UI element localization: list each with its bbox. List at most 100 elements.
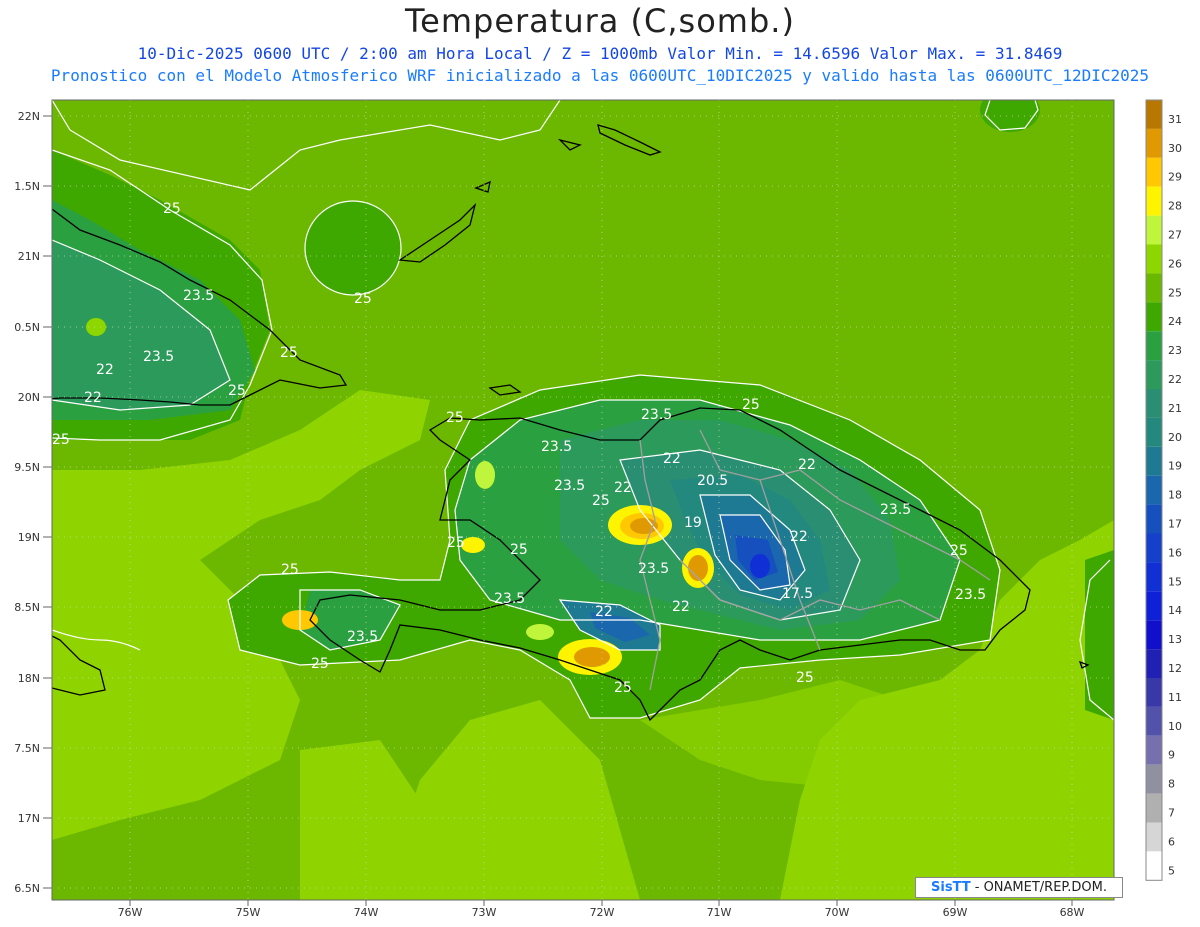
warm-spot-1c bbox=[630, 518, 658, 534]
colorbar-swatch bbox=[1146, 100, 1162, 129]
lon-label: 70W bbox=[825, 906, 850, 919]
colorbar-swatch bbox=[1146, 215, 1162, 245]
colorbar-swatch bbox=[1146, 504, 1162, 534]
lon-label: 72W bbox=[590, 906, 615, 919]
contour-label-23-5: 23.5 bbox=[541, 439, 572, 455]
contour-label-20-5: 20.5 bbox=[697, 473, 728, 489]
colorbar-label: 26 bbox=[1168, 257, 1182, 270]
lat-label: 7.5N bbox=[14, 742, 40, 755]
contour-label-19: 19 bbox=[684, 515, 702, 531]
colorbar-label: 16 bbox=[1168, 546, 1182, 559]
contour-label-25: 25 bbox=[510, 542, 528, 558]
lat-label: 21N bbox=[18, 250, 40, 263]
lat-label: 6.5N bbox=[14, 882, 40, 895]
temperature-map: 22N 1.5N 21N 0.5N 20N 9.5N 19N 8.5N 18N … bbox=[14, 99, 1182, 919]
colorbar-swatch bbox=[1146, 417, 1162, 447]
contour-label-22: 22 bbox=[663, 451, 681, 467]
contour-label-25: 25 bbox=[447, 535, 465, 551]
colorbar-swatch bbox=[1146, 851, 1162, 881]
contour-label-22: 22 bbox=[614, 480, 632, 496]
credit-box: SisTT - ONAMET/REP.DOM. bbox=[915, 877, 1123, 898]
sispi-logo: SisTT bbox=[931, 880, 971, 895]
contour-label-25: 25 bbox=[354, 291, 372, 307]
lon-label: 68W bbox=[1060, 906, 1085, 919]
colorbar-label: 27 bbox=[1168, 229, 1182, 242]
lat-label: 19N bbox=[18, 531, 40, 544]
colorbar-swatch bbox=[1146, 273, 1162, 303]
contour-label-25: 25 bbox=[592, 493, 610, 509]
colorbar-swatch bbox=[1146, 793, 1162, 823]
colorbar-label: 10 bbox=[1168, 720, 1182, 733]
colorbar-swatch bbox=[1146, 764, 1162, 794]
lon-label: 73W bbox=[472, 906, 497, 919]
colorbar-swatch bbox=[1146, 331, 1162, 361]
colorbar-label: 15 bbox=[1168, 575, 1182, 588]
colorbar-label: 17 bbox=[1168, 518, 1182, 531]
colorbar-label: 30 bbox=[1168, 142, 1182, 155]
contour-label-25: 25 bbox=[950, 543, 968, 559]
lon-label: 75W bbox=[236, 906, 261, 919]
colorbar-label: 18 bbox=[1168, 489, 1182, 502]
credit-text: - ONAMET/REP.DOM. bbox=[974, 880, 1107, 895]
contour-label-22: 22 bbox=[672, 599, 690, 615]
contour-label-22: 22 bbox=[84, 390, 102, 406]
contour-label-23-5: 23.5 bbox=[554, 478, 585, 494]
colorbar-legend: 31 30 29 28 27 26 25 24 23 22 21 20 19 18 17 16 15 14 13 12… bbox=[1145, 99, 1182, 881]
colorbar-swatch bbox=[1146, 157, 1162, 187]
colorbar-label: 12 bbox=[1168, 662, 1182, 675]
colorbar-label: 7 bbox=[1168, 807, 1175, 820]
colorbar-label: 24 bbox=[1168, 315, 1182, 328]
lat-label: 17N bbox=[18, 812, 40, 825]
contour-label-23-5: 23.5 bbox=[347, 629, 378, 645]
colorbar-swatch bbox=[1146, 591, 1162, 621]
colorbar-swatch bbox=[1146, 389, 1162, 418]
contour-label-25: 25 bbox=[52, 432, 70, 448]
colorbar-swatch bbox=[1146, 706, 1162, 736]
colorbar-label: 14 bbox=[1168, 604, 1182, 617]
contour-label-22: 22 bbox=[798, 457, 816, 473]
colorbar-swatch bbox=[1146, 678, 1162, 707]
colorbar-label: 19 bbox=[1168, 460, 1182, 473]
lon-label: 74W bbox=[354, 906, 379, 919]
contour-label-22: 22 bbox=[790, 529, 808, 545]
lat-axis: 22N 1.5N 21N 0.5N 20N 9.5N 19N 8.5N 18N … bbox=[14, 110, 52, 895]
lat-label: 8.5N bbox=[14, 601, 40, 614]
lat-label: 22N bbox=[18, 110, 40, 123]
colorbar-swatch bbox=[1146, 244, 1162, 274]
colorbar-swatch bbox=[1146, 620, 1162, 650]
lat-label: 20N bbox=[18, 391, 40, 404]
colorbar-label: 11 bbox=[1168, 691, 1182, 704]
colorbar-label: 22 bbox=[1168, 373, 1182, 386]
warm-spot-3b bbox=[574, 647, 610, 667]
colorbar-label: 9 bbox=[1168, 749, 1175, 762]
colorbar-swatch bbox=[1146, 360, 1162, 389]
contour-label-25: 25 bbox=[280, 345, 298, 361]
contour-label-25: 25 bbox=[614, 680, 632, 696]
lat-label: 0.5N bbox=[14, 321, 40, 334]
lat-label: 9.5N bbox=[14, 461, 40, 474]
colorbar-label: 29 bbox=[1168, 171, 1182, 184]
colorbar-label: 21 bbox=[1168, 402, 1182, 415]
colorbar-swatch bbox=[1146, 128, 1162, 158]
colorbar-label: 6 bbox=[1168, 835, 1175, 848]
colorbar-swatch bbox=[1146, 735, 1162, 765]
lon-label: 69W bbox=[943, 906, 968, 919]
colorbar-label: 13 bbox=[1168, 633, 1182, 646]
contour-label-17-5: 17.5 bbox=[782, 586, 813, 602]
colorbar-label: 25 bbox=[1168, 286, 1182, 299]
colorbar-swatch bbox=[1146, 562, 1162, 592]
contour-label-23-5: 23.5 bbox=[955, 587, 986, 603]
colorbar-label: 31 bbox=[1168, 113, 1182, 126]
colorbar-label: 28 bbox=[1168, 200, 1182, 213]
contour-label-23-5: 23.5 bbox=[183, 288, 214, 304]
cordillera-min bbox=[750, 554, 770, 578]
warm-spot-7 bbox=[526, 624, 554, 640]
colorbar-label: 8 bbox=[1168, 778, 1175, 791]
colorbar-label: 23 bbox=[1168, 344, 1182, 357]
lat-label: 18N bbox=[18, 672, 40, 685]
colorbar-label: 20 bbox=[1168, 431, 1182, 444]
contour-label-23-5: 23.5 bbox=[143, 349, 174, 365]
lon-label: 76W bbox=[118, 906, 143, 919]
colorbar-swatch bbox=[1146, 533, 1162, 563]
contour-label-25: 25 bbox=[163, 201, 181, 217]
